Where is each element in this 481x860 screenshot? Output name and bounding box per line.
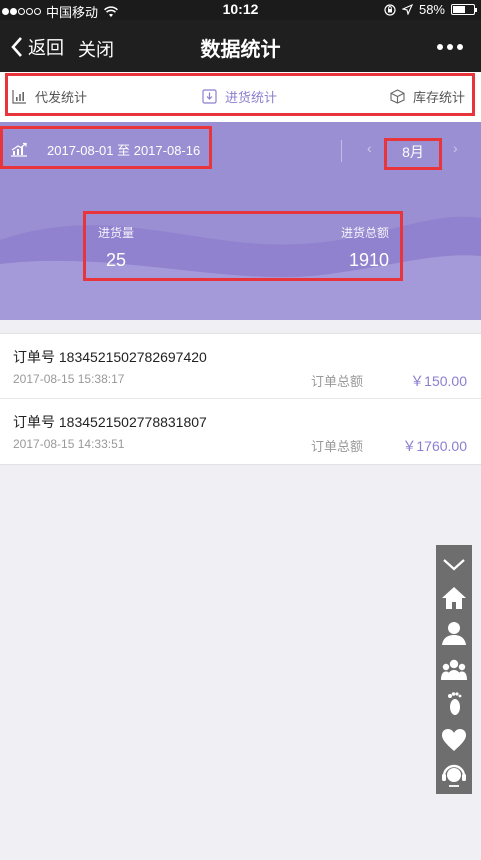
stat-quantity: 进货量 25 xyxy=(98,224,134,271)
order-number: 订单号 1834521502782697420 xyxy=(13,349,207,365)
tab-jinhuo[interactable]: 进货统计 xyxy=(202,87,277,106)
stat-total: 进货总额 1910 xyxy=(341,224,389,271)
stats-tabs: 代发统计 进货统计 库存统计 xyxy=(0,72,481,122)
order-amount: ￥1760.00 xyxy=(402,438,467,454)
trend-chart-icon xyxy=(11,142,27,157)
tab-daifa-label: 代发统计 xyxy=(35,90,88,105)
back-label: 返回 xyxy=(28,38,64,58)
quantity-label: 进货量 xyxy=(98,226,135,240)
download-box-icon xyxy=(202,89,217,104)
stats-panel: 2017-08-01 至 2017-08-16 ‹ 8月 › 进货量 25 进货… xyxy=(0,122,481,320)
heart-icon[interactable] xyxy=(436,724,472,756)
order-number: 订单号 1834521502778831807 xyxy=(13,414,207,430)
customer-service-icon[interactable] xyxy=(436,759,472,791)
back-button[interactable]: 返回 xyxy=(10,34,64,60)
battery-icon xyxy=(451,4,477,15)
prev-month-icon[interactable]: ‹ xyxy=(367,140,372,156)
more-dots-icon[interactable] xyxy=(437,44,463,50)
rotation-lock-icon xyxy=(384,3,396,16)
home-icon[interactable] xyxy=(436,582,472,614)
total-label: 进货总额 xyxy=(340,226,389,240)
order-time: 2017-08-15 15:38:17 xyxy=(13,372,125,386)
date-range[interactable]: 2017-08-01 至 2017-08-16 xyxy=(10,140,200,159)
tab-kucun-label: 库存统计 xyxy=(413,90,466,105)
order-amount: ￥150.00 xyxy=(410,373,467,389)
footprint-icon[interactable] xyxy=(436,688,472,720)
chevron-left-icon xyxy=(11,37,22,57)
next-month-icon[interactable]: › xyxy=(453,140,458,156)
close-button[interactable]: 关闭 xyxy=(78,36,114,62)
date-range-text: 2017-08-01 至 2017-08-16 xyxy=(47,143,201,158)
order-time: 2017-08-15 14:33:51 xyxy=(13,437,125,451)
location-icon xyxy=(401,4,413,15)
order-total-label: 订单总额 xyxy=(311,439,364,454)
collapse-chevron-icon[interactable] xyxy=(436,548,472,580)
tab-kucun[interactable]: 库存统计 xyxy=(390,87,465,106)
nav-bar: 返回 关闭 数据统计 xyxy=(0,20,481,72)
status-right: 58% xyxy=(384,2,477,17)
list-item[interactable]: 订单号 1834521502782697420 2017-08-15 15:38… xyxy=(0,334,481,399)
cube-icon xyxy=(390,89,405,104)
order-total-label: 订单总额 xyxy=(311,374,364,389)
user-icon[interactable] xyxy=(436,617,472,649)
page-title: 数据统计 xyxy=(200,39,281,61)
list-item[interactable]: 订单号 1834521502778831807 2017-08-15 14:33… xyxy=(0,399,481,464)
group-icon[interactable] xyxy=(436,653,472,685)
divider xyxy=(341,140,342,162)
side-toolbar xyxy=(436,545,472,794)
tab-daifa[interactable]: 代发统计 xyxy=(12,87,87,106)
tab-jinhuo-label: 进货统计 xyxy=(225,90,278,105)
status-bar: 中国移动 10:12 58% xyxy=(0,0,481,20)
bar-chart-icon xyxy=(12,90,26,104)
order-list: 订单号 1834521502782697420 2017-08-15 15:38… xyxy=(0,333,481,465)
total-value: 1910 xyxy=(348,250,389,270)
quantity-value: 25 xyxy=(106,250,127,270)
battery-percent: 58% xyxy=(418,2,445,17)
month-selector[interactable]: 8月 xyxy=(390,142,436,162)
